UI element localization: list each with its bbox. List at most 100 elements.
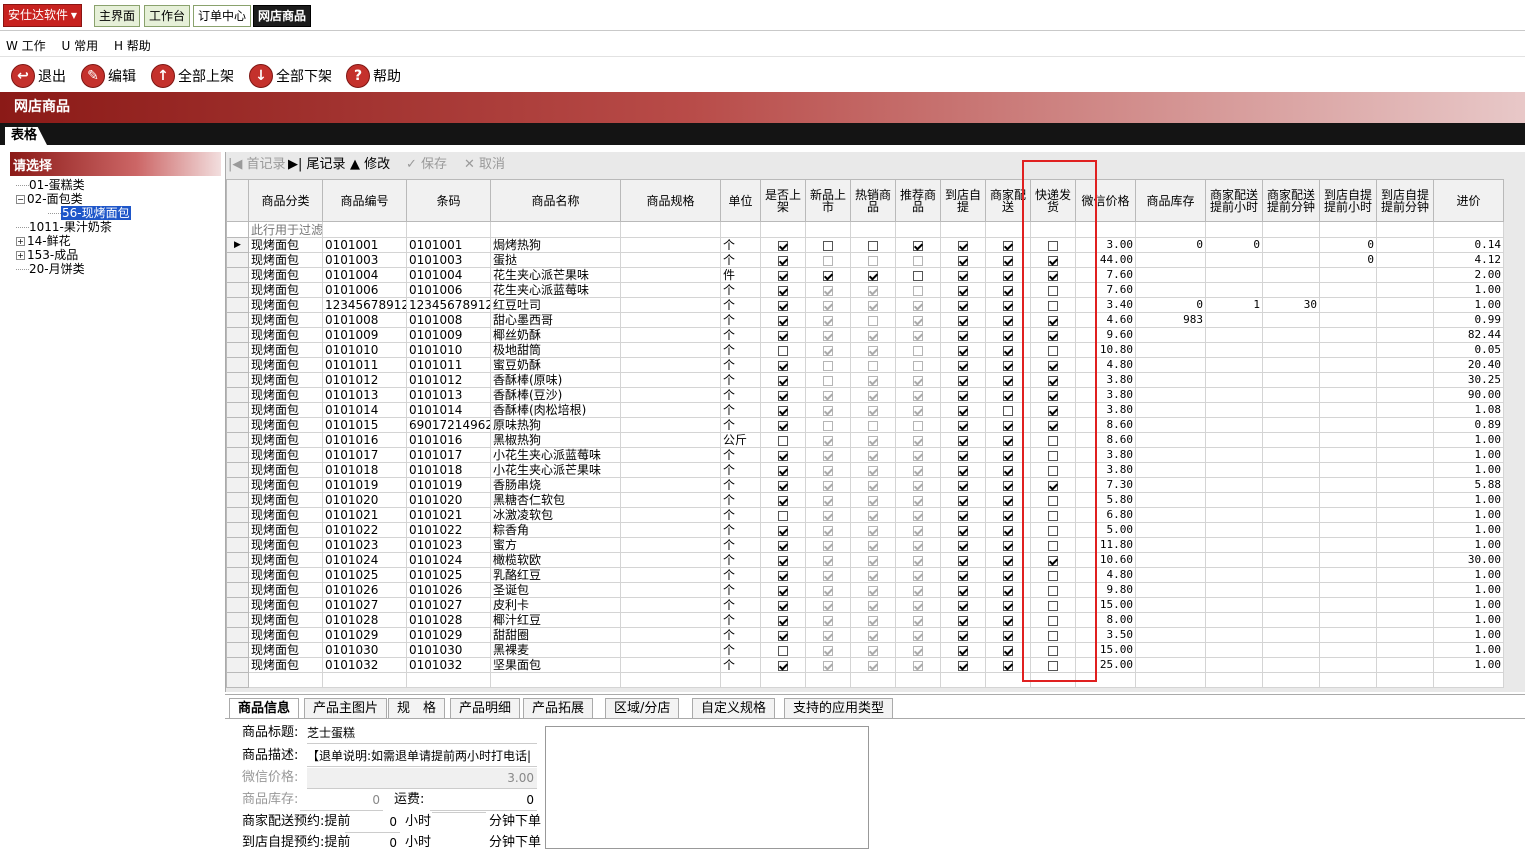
row-checkbox[interactable] — [778, 390, 788, 401]
table-cell[interactable]: 乳酪红豆 — [490, 567, 621, 583]
table-cell[interactable] — [1135, 462, 1206, 478]
row-checkbox[interactable] — [1048, 630, 1058, 641]
table-cell[interactable] — [1319, 552, 1377, 568]
checkbox-cell[interactable] — [985, 627, 1031, 643]
table-cell[interactable] — [1319, 522, 1377, 538]
row-checkbox[interactable] — [913, 615, 923, 626]
table-cell[interactable] — [620, 372, 721, 388]
checkbox-cell[interactable] — [760, 327, 806, 343]
checkbox-cell[interactable] — [1030, 612, 1076, 628]
table-row[interactable]: 现烤面包01010156901721496230原味热狗 个 8.60 0.89 — [226, 417, 1504, 433]
table-cell[interactable]: 1.00 — [1433, 297, 1504, 313]
pickup-hours-field[interactable]: 0 — [345, 833, 400, 853]
checkbox-cell[interactable] — [760, 477, 806, 493]
row-checkbox[interactable] — [913, 255, 923, 266]
table-cell[interactable]: 个 — [720, 312, 761, 328]
table-cell[interactable]: 个 — [720, 417, 761, 433]
table-cell[interactable] — [1319, 282, 1377, 298]
row-checkbox[interactable] — [778, 420, 788, 431]
checkbox-cell[interactable] — [805, 417, 851, 433]
row-checkbox[interactable] — [1003, 615, 1013, 626]
row-checkbox[interactable] — [913, 450, 923, 461]
table-cell[interactable]: 现烤面包 — [248, 447, 323, 463]
column-header[interactable]: 商品分类 — [248, 179, 323, 222]
checkbox-cell[interactable] — [805, 492, 851, 508]
checkbox-cell[interactable] — [940, 567, 986, 583]
table-cell[interactable]: 现烤面包 — [248, 567, 323, 583]
checkbox-cell[interactable] — [985, 507, 1031, 523]
checkbox-cell[interactable] — [895, 462, 941, 478]
row-checkbox[interactable] — [1003, 555, 1013, 566]
table-cell[interactable] — [1262, 567, 1320, 583]
checkbox-cell[interactable] — [1030, 417, 1076, 433]
checkbox-cell[interactable] — [850, 462, 896, 478]
filter-cell[interactable]: 此行用于过滤 — [248, 221, 323, 238]
row-checkbox[interactable] — [913, 510, 923, 521]
row-checkbox[interactable] — [778, 300, 788, 311]
row-checkbox[interactable] — [778, 660, 788, 671]
checkbox-cell[interactable] — [805, 237, 851, 253]
table-cell[interactable] — [1205, 627, 1263, 643]
row-checkbox[interactable] — [868, 555, 878, 566]
checkbox-cell[interactable] — [760, 267, 806, 283]
table-row[interactable]: 现烤面包 0101019 0101019 香肠串烧个 7.30 5.88 — [226, 477, 1504, 493]
table-cell[interactable] — [1135, 657, 1206, 673]
row-checkbox[interactable] — [868, 240, 878, 251]
checkbox-cell[interactable] — [760, 447, 806, 463]
row-checkbox[interactable] — [1003, 450, 1013, 461]
table-cell[interactable] — [1376, 282, 1434, 298]
detail-tab[interactable]: 商品信息 — [229, 698, 300, 718]
row-checkbox[interactable] — [778, 285, 788, 296]
table-cell[interactable] — [1319, 357, 1377, 373]
table-cell[interactable] — [620, 567, 721, 583]
table-cell[interactable]: 现烤面包 — [248, 477, 323, 493]
table-cell[interactable]: 0101012 — [322, 372, 407, 388]
table-cell[interactable]: 件 — [720, 267, 761, 283]
row-checkbox[interactable] — [778, 360, 788, 371]
table-cell[interactable]: 11.80 — [1075, 537, 1136, 553]
table-cell[interactable]: 个 — [720, 252, 761, 268]
table-cell[interactable] — [620, 237, 721, 253]
table-cell[interactable] — [1205, 507, 1263, 523]
detail-tab[interactable]: 区域/分店 — [605, 698, 680, 718]
table-cell[interactable] — [1376, 252, 1434, 268]
checkbox-cell[interactable] — [1030, 537, 1076, 553]
table-cell[interactable]: 现烤面包 — [248, 267, 323, 283]
table-cell[interactable] — [1205, 282, 1263, 298]
table-cell[interactable] — [1135, 387, 1206, 403]
row-checkbox[interactable] — [958, 390, 968, 401]
table-cell[interactable] — [1319, 402, 1377, 418]
checkbox-cell[interactable] — [850, 567, 896, 583]
row-checkbox[interactable] — [868, 345, 878, 356]
table-cell[interactable]: 0.99 — [1433, 312, 1504, 328]
table-cell[interactable]: 现烤面包 — [248, 627, 323, 643]
table-cell[interactable] — [1376, 612, 1434, 628]
row-checkbox[interactable] — [1003, 255, 1013, 266]
table-cell[interactable]: 0 — [1319, 237, 1377, 253]
table-cell[interactable]: 花生夹心派蓝莓味 — [490, 282, 621, 298]
table-cell[interactable] — [1205, 267, 1263, 283]
row-checkbox[interactable] — [958, 630, 968, 641]
table-cell[interactable]: 个 — [720, 642, 761, 658]
checkbox-cell[interactable] — [1030, 327, 1076, 343]
table-row[interactable]: 现烤面包 0101010 0101010 极地甜筒个 10.80 0.05 — [226, 342, 1504, 358]
table-cell[interactable]: 现烤面包 — [248, 342, 323, 358]
checkbox-cell[interactable] — [760, 462, 806, 478]
checkbox-cell[interactable] — [985, 267, 1031, 283]
table-row[interactable]: 现烤面包 0101029 0101029 甜甜圈个 3.50 1.00 — [226, 627, 1504, 643]
checkbox-cell[interactable] — [1030, 597, 1076, 613]
table-cell[interactable] — [1262, 642, 1320, 658]
table-cell[interactable]: 1234567891235 — [322, 297, 407, 313]
checkbox-cell[interactable] — [760, 342, 806, 358]
row-checkbox[interactable] — [1003, 345, 1013, 356]
row-checkbox[interactable] — [868, 585, 878, 596]
table-cell[interactable]: 黑椒热狗 — [490, 432, 621, 448]
row-checkbox[interactable] — [913, 270, 923, 281]
checkbox-cell[interactable] — [760, 657, 806, 673]
app-menu-button[interactable]: 安仕达软件 ▼ — [3, 4, 82, 27]
row-checkbox[interactable] — [1003, 420, 1013, 431]
table-cell[interactable] — [1262, 582, 1320, 598]
row-checkbox[interactable] — [1003, 375, 1013, 386]
table-cell[interactable]: 5.00 — [1075, 522, 1136, 538]
row-checkbox[interactable] — [958, 420, 968, 431]
